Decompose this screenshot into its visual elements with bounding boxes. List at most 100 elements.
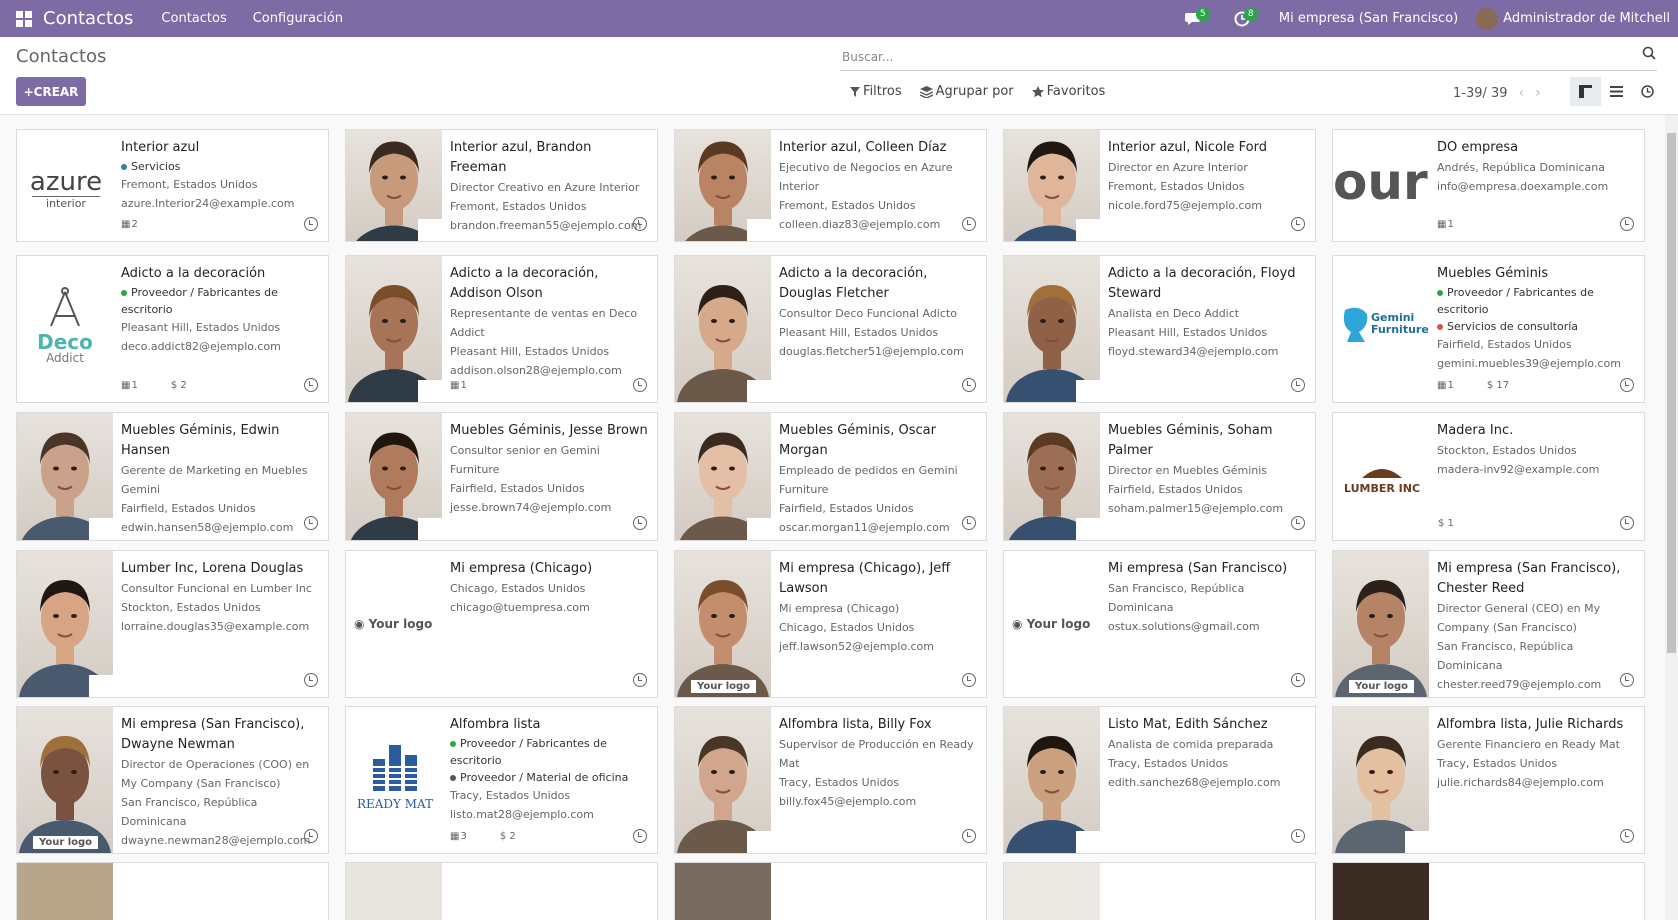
activity-clock-icon[interactable]	[1291, 378, 1305, 392]
user-menu[interactable]: Administrador de Mitchell	[1503, 11, 1670, 26]
footer-counter[interactable]: $ 17	[1486, 380, 1525, 391]
contact-name[interactable]: Madera Inc.	[1437, 421, 1638, 441]
activity-clock-icon[interactable]	[304, 829, 318, 843]
contact-name[interactable]: Adicto a la decoración, Addison Olson	[450, 264, 651, 304]
contact-name[interactable]: Muebles Géminis, Soham Palmer	[1108, 421, 1309, 461]
contact-card[interactable]: Your logo Mi empresa (San Francisco), Dwa…	[16, 706, 329, 854]
activity-clock-icon[interactable]	[962, 378, 976, 392]
contact-name[interactable]: Muebles Géminis, Oscar Morgan	[779, 421, 980, 461]
contact-card[interactable]	[345, 862, 658, 920]
search-input[interactable]: Buscar...	[840, 43, 1657, 71]
activity-clock-icon[interactable]	[962, 673, 976, 687]
activity-clock-icon[interactable]	[962, 829, 976, 843]
contact-card[interactable]: Lumber Inc, Lorena Douglas Consultor Func…	[16, 550, 329, 698]
activity-clock-icon[interactable]	[1620, 829, 1634, 843]
favorites-button[interactable]: Favoritos	[1031, 84, 1105, 99]
contact-name[interactable]: DO empresa	[1437, 138, 1638, 158]
activity-clock-icon[interactable]	[1291, 829, 1305, 843]
groupby-button[interactable]: Agrupar por	[919, 84, 1014, 99]
contact-name[interactable]: Adicto a la decoración	[121, 264, 322, 284]
pager-prev-icon[interactable]: ‹	[1519, 85, 1525, 101]
contact-name[interactable]: Adicto a la decoración, Douglas Fletcher	[779, 264, 980, 304]
contact-name[interactable]: Mi empresa (Chicago)	[450, 559, 651, 579]
activity-clock-icon[interactable]	[633, 516, 647, 530]
contact-card[interactable]: Muebles Géminis, Soham Palmer Director en…	[1003, 412, 1316, 541]
activity-clock-icon[interactable]	[633, 673, 647, 687]
contact-name[interactable]: Alfombra lista, Julie Richards	[1437, 715, 1638, 735]
contact-name[interactable]: Alfombra lista	[450, 715, 651, 735]
contact-card[interactable]: Your logo Mi empresa (Chicago), Jeff Laws…	[674, 550, 987, 698]
activity-clock-icon[interactable]	[304, 516, 318, 530]
contact-name[interactable]: Interior azul, Brandon Freeman	[450, 138, 651, 178]
company-switcher[interactable]: Mi empresa (San Francisco)	[1279, 11, 1458, 26]
contact-card[interactable]	[1003, 862, 1316, 920]
contact-name[interactable]: Muebles Géminis, Edwin Hansen	[121, 421, 322, 461]
activity-clock-icon[interactable]	[1620, 378, 1634, 392]
pager-next-icon[interactable]: ›	[1535, 85, 1541, 101]
activity-clock-icon[interactable]	[1291, 217, 1305, 231]
contact-name[interactable]: Interior azul	[121, 138, 322, 158]
activity-clock-icon[interactable]	[1620, 516, 1634, 530]
contact-card[interactable]	[16, 862, 329, 920]
pager-value[interactable]: 1-39/ 39	[1453, 86, 1508, 101]
footer-counter[interactable]: ▦3	[450, 831, 483, 842]
user-avatar[interactable]	[1476, 7, 1499, 30]
list-view-icon[interactable]	[1601, 77, 1632, 106]
scrollbar[interactable]	[1665, 115, 1678, 920]
footer-counter[interactable]: ▦1	[1437, 380, 1470, 391]
activity-view-icon[interactable]	[1632, 77, 1663, 106]
contact-name[interactable]: Alfombra lista, Billy Fox	[779, 715, 980, 735]
activity-clock-icon[interactable]	[304, 673, 318, 687]
contact-card[interactable]: Muebles Géminis, Jesse Brown Consultor se…	[345, 412, 658, 541]
filters-button[interactable]: Filtros	[850, 84, 902, 99]
footer-counter[interactable]: $ 2	[170, 380, 203, 391]
contact-card[interactable]	[674, 862, 987, 920]
activity-clock-icon[interactable]	[1291, 673, 1305, 687]
contact-card[interactable]: Interior azul, Colleen Díaz Ejecutivo de …	[674, 129, 987, 242]
contact-card[interactable]: Your logo Mi empresa (San Francisco), Che…	[1332, 550, 1645, 698]
apps-menu-icon[interactable]	[16, 10, 32, 27]
activity-clock-icon[interactable]	[1620, 673, 1634, 687]
contact-name[interactable]: Muebles Géminis, Jesse Brown	[450, 421, 651, 441]
footer-counter[interactable]: ▦1	[121, 380, 154, 391]
contact-name[interactable]: Adicto a la decoración, Floyd Steward	[1108, 264, 1309, 304]
contact-card[interactable]: READY MAT Alfombra lista Proveedor / Fabri…	[345, 706, 658, 854]
contact-card[interactable]: Muebles Géminis, Oscar Morgan Empleado de…	[674, 412, 987, 541]
contact-card[interactable]: Adicto a la decoración, Addison Olson Rep…	[345, 255, 658, 403]
messages-icon[interactable]: 5	[1183, 7, 1210, 30]
contact-name[interactable]: Interior azul, Colleen Díaz	[779, 138, 980, 158]
app-title[interactable]: Contactos	[43, 8, 133, 29]
menu-contactos[interactable]: Contactos	[161, 11, 226, 26]
activity-clock-icon[interactable]	[962, 516, 976, 530]
footer-counter[interactable]: ▦2	[121, 219, 154, 230]
menu-configuracion[interactable]: Configuración	[253, 11, 343, 26]
contact-card[interactable]: Interior azul, Nicole Ford Director en Az…	[1003, 129, 1316, 242]
contact-name[interactable]: Mi empresa (San Francisco), Dwayne Newma…	[121, 715, 322, 755]
contact-name[interactable]: Interior azul, Nicole Ford	[1108, 138, 1309, 158]
activity-clock-icon[interactable]	[962, 217, 976, 231]
contact-card[interactable]: ◉ Your logo Mi empresa (San Francisco) San…	[1003, 550, 1316, 698]
contact-name[interactable]: Muebles Géminis	[1437, 264, 1638, 284]
contact-name[interactable]: Lumber Inc, Lorena Douglas	[121, 559, 322, 579]
contact-card[interactable]: Alfombra lista, Julie Richards Gerente Fi…	[1332, 706, 1645, 854]
contact-card[interactable]: Alfombra lista, Billy Fox Supervisor de P…	[674, 706, 987, 854]
contact-name[interactable]: Mi empresa (Chicago), Jeff Lawson	[779, 559, 980, 599]
contact-card[interactable]: LUMBER INC Madera Inc. Stockton, Estados U…	[1332, 412, 1645, 541]
contact-name[interactable]: Mi empresa (San Francisco), Chester Reed	[1437, 559, 1638, 599]
kanban-view-icon[interactable]	[1570, 77, 1601, 106]
footer-counter[interactable]: $ 1	[1437, 518, 1470, 529]
activity-clock-icon[interactable]	[633, 217, 647, 231]
contact-card[interactable]: Muebles Géminis, Edwin Hansen Gerente de …	[16, 412, 329, 541]
contact-name[interactable]: Mi empresa (San Francisco)	[1108, 559, 1309, 579]
contact-card[interactable]: ◉ Your logo Mi empresa (Chicago) Chicago, …	[345, 550, 658, 698]
contact-card[interactable]: Interior azul, Brandon Freeman Director C…	[345, 129, 658, 242]
contact-card[interactable]: azure interior Interior azul Servicios Fremo…	[16, 129, 329, 242]
contact-card[interactable]	[1332, 862, 1645, 920]
create-button[interactable]: + CREAR	[16, 77, 86, 106]
activity-clock-icon[interactable]	[304, 217, 318, 231]
activity-clock-icon[interactable]	[1620, 217, 1634, 231]
contact-card[interactable]: our DO empresa Andrés, República Dominican…	[1332, 129, 1645, 242]
activity-clock-icon[interactable]	[1291, 516, 1305, 530]
contact-card[interactable]: Deco Addict Adicto a la decoración Proveedo…	[16, 255, 329, 403]
search-icon[interactable]	[1642, 46, 1656, 60]
